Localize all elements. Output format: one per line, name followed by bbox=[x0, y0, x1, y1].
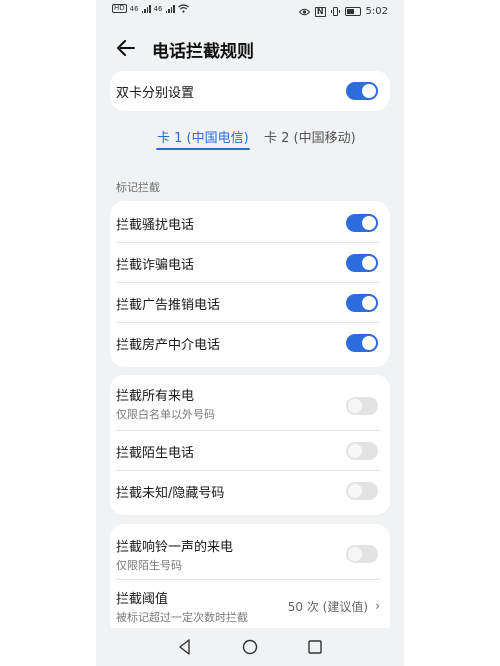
strangers-toggle[interactable] bbox=[346, 442, 378, 460]
nav-home-icon[interactable] bbox=[241, 638, 259, 656]
harass-toggle[interactable] bbox=[346, 214, 378, 232]
eye-icon bbox=[298, 8, 310, 15]
toggle-knob bbox=[362, 256, 376, 270]
clock: 5:02 bbox=[365, 6, 388, 17]
status-bar: HD 46 46 N 5:02 bbox=[96, 0, 404, 24]
app-header: 电话拦截规则 bbox=[96, 30, 404, 66]
status-left: HD 46 46 bbox=[112, 4, 189, 13]
item-label: 拦截陌生电话 bbox=[116, 446, 195, 461]
toggle-knob bbox=[362, 84, 376, 98]
item-label: 拦截所有来电 bbox=[116, 389, 195, 404]
item-label: 拦截阈值 bbox=[116, 592, 169, 607]
toggle-knob bbox=[348, 484, 362, 498]
item-label: 拦截骚扰电话 bbox=[116, 218, 195, 233]
item-label: 拦截房产中介电话 bbox=[116, 338, 221, 353]
item-label: 拦截诈骗电话 bbox=[116, 258, 195, 273]
ads-toggle[interactable] bbox=[346, 294, 378, 312]
item-subtitle: 仅限陌生号码 bbox=[116, 559, 182, 572]
vibrate-icon bbox=[330, 7, 340, 16]
dual-sim-toggle[interactable] bbox=[346, 82, 378, 100]
mark-intercept-card: 拦截骚扰电话 拦截诈骗电话 拦截广告推销电话 拦截房产中介电话 bbox=[110, 201, 390, 367]
dual-sim-row[interactable]: 双卡分别设置 bbox=[110, 71, 390, 111]
nav-back-icon[interactable] bbox=[176, 638, 194, 656]
phone-screen: HD 46 46 N 5:02 电话拦截规则 双卡分别设置 卡 1 (中国电信)… bbox=[96, 0, 404, 666]
list-item-ads[interactable]: 拦截广告推销电话 bbox=[110, 283, 390, 323]
dual-sim-label: 双卡分别设置 bbox=[116, 86, 195, 101]
toggle-knob bbox=[348, 444, 362, 458]
list-item-harass[interactable]: 拦截骚扰电话 bbox=[110, 203, 390, 243]
network-type-label: 46 bbox=[129, 4, 139, 13]
status-right: N 5:02 bbox=[298, 6, 388, 17]
wifi-icon bbox=[177, 4, 189, 13]
toggle-knob bbox=[362, 296, 376, 310]
ring-once-toggle[interactable] bbox=[346, 545, 378, 563]
threshold-value: 50 次 (建议值) bbox=[287, 600, 368, 614]
list-item-realestate[interactable]: 拦截房产中介电话 bbox=[110, 323, 390, 363]
toggle-knob bbox=[348, 547, 362, 561]
page-title: 电话拦截规则 bbox=[152, 42, 254, 62]
back-arrow-icon[interactable] bbox=[114, 36, 138, 60]
list-item-fraud[interactable]: 拦截诈骗电话 bbox=[110, 243, 390, 283]
item-label: 拦截未知/隐藏号码 bbox=[116, 486, 225, 501]
list-item-threshold[interactable]: 拦截阈值 被标记超过一定次数时拦截 50 次 (建议值) › bbox=[110, 580, 390, 632]
signal-icon bbox=[141, 4, 151, 13]
section-label-mark: 标记拦截 bbox=[116, 181, 160, 194]
list-item-ring-once[interactable]: 拦截响铃一声的来电 仅限陌生号码 bbox=[110, 528, 390, 580]
tab-sim2[interactable]: 卡 2 (中国移动) bbox=[264, 127, 356, 146]
nfc-icon: N bbox=[314, 6, 326, 17]
signal-icon-2 bbox=[165, 4, 175, 13]
realestate-toggle[interactable] bbox=[346, 334, 378, 352]
tab-sim1[interactable]: 卡 1 (中国电信) bbox=[157, 127, 249, 146]
item-label: 拦截广告推销电话 bbox=[116, 298, 221, 313]
chevron-right-icon: › bbox=[375, 599, 380, 613]
nav-recents-icon[interactable] bbox=[306, 638, 324, 656]
system-nav-bar bbox=[96, 628, 404, 666]
sim-tabs: 卡 1 (中国电信) 卡 2 (中国移动) bbox=[96, 125, 404, 151]
list-item-unknown[interactable]: 拦截未知/隐藏号码 bbox=[110, 471, 390, 511]
fraud-toggle[interactable] bbox=[346, 254, 378, 272]
list-item-strangers[interactable]: 拦截陌生电话 bbox=[110, 431, 390, 471]
dual-sim-card: 双卡分别设置 bbox=[110, 71, 390, 111]
item-subtitle: 被标记超过一定次数时拦截 bbox=[116, 611, 248, 624]
list-item-all-calls[interactable]: 拦截所有来电 仅限白名单以外号码 bbox=[110, 377, 390, 431]
unknown-toggle[interactable] bbox=[346, 482, 378, 500]
ring-intercept-card: 拦截响铃一声的来电 仅限陌生号码 拦截阈值 被标记超过一定次数时拦截 50 次 … bbox=[110, 524, 390, 638]
network-type-label-2: 46 bbox=[153, 4, 163, 13]
toggle-knob bbox=[348, 399, 362, 413]
active-tab-indicator bbox=[156, 148, 250, 150]
toggle-knob bbox=[362, 216, 376, 230]
item-subtitle: 仅限白名单以外号码 bbox=[116, 408, 215, 421]
item-label: 拦截响铃一声的来电 bbox=[116, 540, 234, 555]
all-calls-toggle[interactable] bbox=[346, 397, 378, 415]
call-intercept-card: 拦截所有来电 仅限白名单以外号码 拦截陌生电话 拦截未知/隐藏号码 bbox=[110, 375, 390, 515]
hd-badge: HD bbox=[112, 4, 127, 13]
toggle-knob bbox=[362, 336, 376, 350]
battery-icon bbox=[344, 7, 361, 16]
